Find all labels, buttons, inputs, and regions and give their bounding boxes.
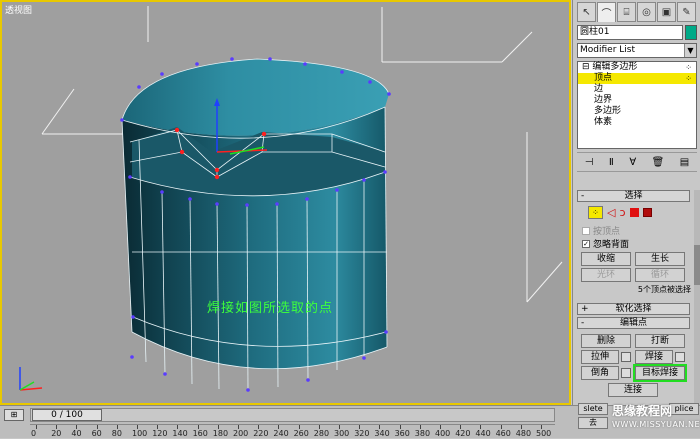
vertex-dots-icon: ⁘ (685, 63, 692, 72)
edge-mode-icon[interactable]: ◁ (607, 206, 615, 219)
ruler-tick-label: 200 (233, 429, 249, 438)
chevron-down-icon[interactable]: ▼ (684, 44, 696, 57)
by-vertex-checkbox[interactable]: 按顶点 (582, 224, 620, 237)
ruler-tick-label: 320 (354, 429, 370, 438)
stack-toolbar: ⊣ Ⅱ ∀ 🗑 ▤ (577, 152, 697, 172)
ruler-tick-label: 280 (313, 429, 330, 438)
grow-button[interactable]: 生长 (635, 252, 685, 266)
stack-item-edge[interactable]: 边 (578, 84, 696, 95)
cursor-icon[interactable]: ↖ (577, 2, 596, 22)
minus-icon: ⊟ (582, 62, 593, 72)
ruler-tick-label: 180 (212, 429, 229, 438)
weld-button[interactable]: 焊接 (635, 350, 673, 364)
weld-settings-icon[interactable] (675, 352, 685, 362)
viewport-scene (19, 6, 563, 392)
motion-icon[interactable]: ◎ (637, 2, 656, 22)
configure-sets-icon[interactable]: ▤ (680, 157, 689, 168)
soft-selection-rollout-title[interactable]: + 软化选择 (577, 303, 690, 315)
ruler-tick-label: 80 (111, 429, 122, 438)
ruler-tick-label: 20 (51, 429, 62, 438)
ruler-tick-label: 460 (495, 429, 511, 438)
extrude-button[interactable]: 拉伸 (581, 350, 619, 364)
panel-scrollbar[interactable] (694, 190, 700, 405)
instruction-annotation: 焊接如图所选取的点 (207, 301, 334, 316)
hierarchy-icon[interactable]: ⌸ (617, 2, 636, 22)
bend-icon[interactable]: ⌒ (597, 2, 616, 22)
display-icon[interactable]: ▣ (657, 2, 676, 22)
object-color-swatch[interactable] (685, 25, 697, 40)
time-slider-thumb[interactable]: 0 / 100 (32, 409, 102, 421)
ruler-tick-label: 400 (435, 429, 451, 438)
ignore-backfacing-checkbox[interactable]: ✓ 忽略背面 (582, 237, 629, 250)
ruler-tick (36, 425, 37, 429)
ruler-tick-label: 0 (31, 429, 37, 438)
scroll-thumb[interactable] (694, 245, 700, 285)
timeline-expand-icon[interactable]: ⊞ (4, 409, 24, 421)
ruler-tick-label: 220 (253, 429, 269, 438)
selection-info: 5个顶点被选择 (637, 285, 691, 294)
ruler-tick-label: 140 (172, 429, 188, 438)
stack-item-element[interactable]: 体素 (578, 117, 696, 128)
ring-button[interactable]: 光环 (581, 268, 631, 282)
break-button[interactable]: 打断 (635, 334, 685, 348)
make-unique-icon[interactable]: ∀ (629, 157, 636, 168)
border-mode-icon[interactable]: ↄ (619, 206, 625, 219)
ruler-tick-label: 380 (414, 429, 431, 438)
polygon-mode-icon[interactable] (629, 208, 639, 217)
object-name-input[interactable]: 圆柱01 (577, 25, 683, 40)
ruler-tick-label: 240 (273, 429, 289, 438)
ruler-tick-label: 360 (394, 429, 410, 438)
element-mode-icon[interactable] (642, 208, 652, 217)
utilities-icon[interactable]: ✎ (677, 2, 696, 22)
ruler-tick-label: 40 (71, 429, 82, 438)
remove-button[interactable]: 删除 (581, 334, 631, 348)
ruler-tick-label: 500 (536, 429, 552, 438)
ruler-tick-label: 440 (475, 429, 491, 438)
frame-ruler[interactable]: 0 20 40 60 80 100 120 140 160 180 200 220 240 260 280 3… (30, 424, 555, 439)
stack-item-vertex[interactable]: 顶点 ⁘ (578, 73, 696, 84)
axis-tripod (19, 367, 43, 391)
connect-button[interactable]: 连接 (608, 383, 658, 397)
modifier-list-dropdown[interactable]: Modifier List ▼ (577, 43, 697, 58)
delete-key-button[interactable]: slete (578, 403, 608, 415)
command-panel: ↖ ⌒ ⌸ ◎ ▣ ✎ 圆柱01 Modifier List ▼ ⊟ 编辑多边形… (572, 0, 700, 405)
edit-vertices-rollout-title[interactable]: - 编辑点 (577, 317, 690, 329)
target-weld-button[interactable]: 目标焊接 (633, 364, 687, 382)
panel-tabs: ↖ ⌒ ⌸ ◎ ▣ ✎ (577, 2, 696, 24)
ruler-tick-label: 120 (152, 429, 168, 438)
vertex-mode-icon[interactable]: ⁘ (588, 206, 603, 219)
stack-item-root[interactable]: ⊟ 编辑多边形 ⁘ (578, 62, 696, 73)
watermark: 思缘教程网 WWW.MISSYUAN.NET (612, 404, 700, 429)
remove-button-bottom[interactable]: 去 (578, 417, 608, 429)
ruler-tick-label: 480 (515, 429, 532, 438)
modifier-list-label: Modifier List (580, 45, 635, 55)
loop-button[interactable]: 循环 (635, 268, 685, 282)
extrude-settings-icon[interactable] (621, 352, 631, 362)
chamfer-settings-icon[interactable] (621, 368, 631, 378)
ruler-tick-label: 340 (374, 429, 390, 438)
perspective-viewport[interactable]: 透视图 焊接如图所选取的点 (0, 0, 571, 405)
pin-stack-icon[interactable]: ⊣ (585, 157, 594, 168)
ruler-tick-label: 300 (334, 429, 350, 438)
stack-item-border[interactable]: 边界 (578, 95, 696, 106)
ruler-tick-label: 160 (192, 429, 208, 438)
show-end-result-icon[interactable]: Ⅱ (609, 157, 614, 168)
stack-item-polygon[interactable]: 多边形 (578, 106, 696, 117)
selection-rollout-title[interactable]: - 选择 (577, 190, 690, 202)
ruler-tick-label: 260 (293, 429, 309, 438)
ruler-tick-label: 420 (455, 429, 471, 438)
shrink-button[interactable]: 收缩 (581, 252, 631, 266)
modifier-stack: ⊟ 编辑多边形 ⁘ 顶点 ⁘ 边 边界 多边形 体素 (577, 61, 697, 149)
ruler-tick-label: 60 (91, 429, 102, 438)
remove-modifier-icon[interactable]: 🗑 (652, 157, 665, 168)
time-slider[interactable]: 0 / 100 (30, 408, 555, 422)
subobject-icons: ⁘ ◁ ↄ (588, 206, 652, 219)
chamfer-button[interactable]: 倒角 (581, 366, 619, 380)
ruler-tick-label: 100 (132, 429, 148, 438)
vertex-dots-icon: ⁘ (685, 74, 692, 83)
